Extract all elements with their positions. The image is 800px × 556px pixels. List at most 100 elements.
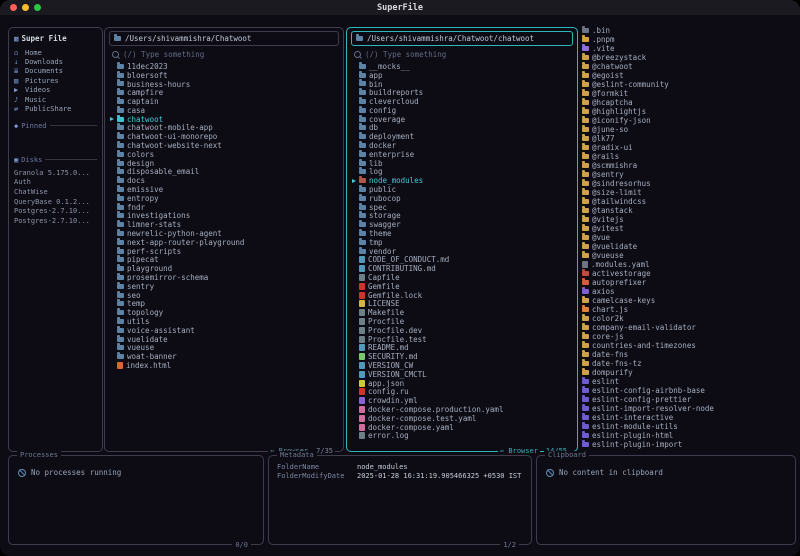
file-row[interactable]: docker-compose.production.yaml [352, 405, 572, 414]
file-row[interactable]: chatwoot-mobile-app [110, 123, 338, 132]
preview-row[interactable]: chart.js [581, 305, 793, 314]
file-row[interactable]: index.html [110, 361, 338, 370]
preview-row[interactable]: eslint [581, 377, 793, 386]
preview-row[interactable]: eslint-plugin-html [581, 431, 793, 440]
file-row[interactable]: pipecat [110, 255, 338, 264]
file-row[interactable]: chatwoot [110, 114, 338, 124]
file-row[interactable]: vuelidate [110, 334, 338, 344]
file-row[interactable]: enterprise [352, 149, 572, 159]
file-row[interactable]: crowdin.yml [352, 396, 572, 405]
sidebar-item[interactable]: ▶ Videos [14, 86, 97, 95]
disk-item[interactable]: Postgres-2.7.10... [14, 206, 97, 216]
preview-row[interactable]: date-fns-tz [581, 359, 793, 368]
file-row[interactable]: prosemirror-schema [110, 273, 338, 282]
disk-item[interactable]: QueryBase 0.1.2... [14, 197, 97, 207]
file-row[interactable]: Makefile [352, 308, 572, 317]
preview-row[interactable]: @lk77 [581, 134, 793, 143]
preview-row[interactable]: @eslint-community [581, 80, 793, 89]
preview-row[interactable]: @hcaptcha [581, 98, 793, 107]
sidebar-item[interactable]: ≣ Documents [14, 67, 97, 76]
file-row[interactable]: utils [110, 317, 338, 326]
file-row[interactable]: db [352, 123, 572, 132]
sidebar-item[interactable]: ⌂ Home [14, 48, 97, 57]
preview-row[interactable]: core-js [581, 332, 793, 341]
file-row[interactable]: seo [110, 290, 338, 300]
file-row[interactable]: captain [110, 97, 338, 106]
file-row[interactable]: __mocks__ [352, 62, 572, 71]
sidebar-item[interactable]: ↓ Downloads [14, 57, 97, 66]
sidebar-item[interactable]: ♪ Music [14, 95, 97, 104]
preview-row[interactable]: camelcase-keys [581, 296, 793, 305]
search-input[interactable]: (/) Type something [347, 46, 577, 60]
file-row[interactable]: CODE_OF_CONDUCT.md [352, 255, 572, 264]
preview-row[interactable]: @scmmishra [581, 161, 793, 170]
preview-row[interactable]: axios [581, 287, 793, 296]
file-row[interactable]: chatwoot-website-next [110, 141, 338, 150]
file-row[interactable]: deployment [352, 132, 572, 141]
file-row[interactable]: Capfile [352, 273, 572, 282]
file-row[interactable]: topology [110, 308, 338, 317]
file-row[interactable]: app.json [352, 379, 572, 388]
preview-row[interactable]: eslint-plugin-import [581, 440, 793, 449]
file-row[interactable]: woat-banner [110, 352, 338, 361]
file-row[interactable]: coverage [352, 114, 572, 124]
disk-item[interactable]: ChatWise [14, 187, 97, 197]
file-row[interactable]: docs [110, 176, 338, 185]
preview-row[interactable]: @chatwoot [581, 62, 793, 71]
file-row[interactable]: vendor [352, 246, 572, 256]
file-row[interactable]: newrelic-python-agent [110, 229, 338, 238]
preview-row[interactable]: eslint-import-resolver-node [581, 404, 793, 413]
search-input[interactable]: (/) Type something [105, 46, 343, 60]
file-row[interactable]: config [352, 105, 572, 115]
file-row[interactable]: design [110, 158, 338, 168]
preview-row[interactable]: @tailwindcss [581, 197, 793, 206]
file-row[interactable]: disposable_email [110, 167, 338, 176]
file-row[interactable]: casa [110, 105, 338, 115]
file-row[interactable]: Gemfile [352, 282, 572, 291]
preview-row[interactable]: activestorage [581, 269, 793, 278]
disk-item[interactable]: Postgres-2.7.10... [14, 216, 97, 226]
file-row[interactable]: limner-stats [110, 220, 338, 229]
file-row[interactable]: Procfile.test [352, 335, 572, 344]
preview-row[interactable]: @sindresorhus [581, 179, 793, 188]
file-row[interactable]: log [352, 167, 572, 176]
preview-row[interactable]: @vuelidate [581, 242, 793, 251]
preview-row[interactable]: .bin [581, 26, 793, 35]
file-row[interactable]: spec [352, 202, 572, 212]
file-row[interactable]: SECURITY.md [352, 352, 572, 361]
file-row[interactable]: bin [352, 79, 572, 89]
file-row[interactable]: sentry [110, 281, 338, 291]
file-row[interactable]: VERSION_CW [352, 361, 572, 370]
preview-row[interactable]: @tanstack [581, 206, 793, 215]
preview-row[interactable]: @vitejs [581, 215, 793, 224]
file-row[interactable]: bloersoft [110, 70, 338, 80]
file-row[interactable]: storage [352, 211, 572, 220]
preview-row[interactable]: @highlightjs [581, 107, 793, 116]
preview-row[interactable]: @formkit [581, 89, 793, 98]
file-row[interactable]: campfire [110, 88, 338, 97]
preview-row[interactable]: eslint-module-utils [581, 422, 793, 431]
file-row[interactable]: docker [352, 141, 572, 150]
preview-row[interactable]: @iconify-json [581, 116, 793, 125]
preview-row[interactable]: date-fns [581, 350, 793, 359]
file-row[interactable]: Gemfile.lock [352, 291, 572, 300]
preview-row[interactable]: .vite [581, 44, 793, 53]
preview-row[interactable]: @rails [581, 152, 793, 161]
file-row[interactable]: lib [352, 158, 572, 168]
file-row[interactable]: tmp [352, 237, 572, 247]
disk-item[interactable]: Auth [14, 177, 97, 187]
file-row[interactable]: fndr [110, 202, 338, 212]
file-row[interactable]: CONTRIBUTING.md [352, 264, 572, 273]
preview-row[interactable]: @sentry [581, 170, 793, 179]
file-row[interactable]: error.log [352, 431, 572, 440]
file-row[interactable]: buildreports [352, 88, 572, 97]
preview-row[interactable]: @radix-ui [581, 143, 793, 152]
preview-row[interactable]: @breezystack [581, 53, 793, 62]
preview-row[interactable]: autoprefixer [581, 278, 793, 287]
preview-row[interactable]: @size-limit [581, 188, 793, 197]
disk-item[interactable]: Granola 5.175.0... [14, 168, 97, 178]
preview-row[interactable]: @vitest [581, 224, 793, 233]
file-row[interactable]: voice-assistant [110, 325, 338, 335]
file-row[interactable]: app [352, 70, 572, 80]
file-row[interactable]: docker-compose.yaml [352, 423, 572, 432]
